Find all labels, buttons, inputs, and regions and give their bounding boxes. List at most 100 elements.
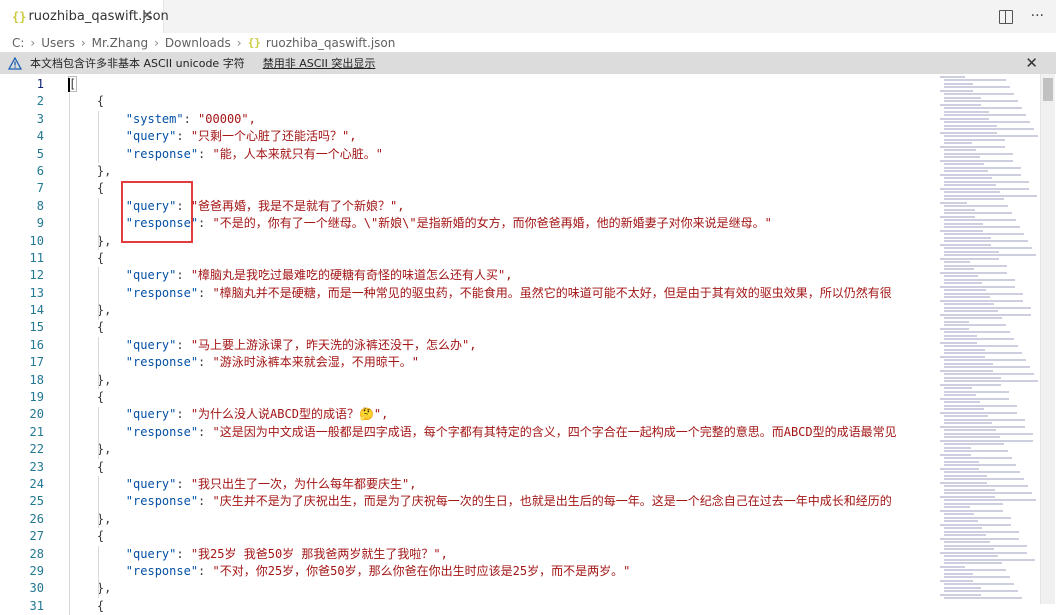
minimap-line [944,226,1020,228]
json-value: "不是的，你有了一个继母。\"新娘\"是指新婚的女方，而你爸爸再婚，他的新婚妻子… [212,216,772,231]
minimap-line [940,537,1019,540]
json-key: "response" [125,285,199,300]
indent-guide [98,110,99,163]
minimap-line [940,103,981,106]
minimap-line [940,159,1013,162]
minimap-line [944,422,992,424]
code-line: { [68,389,930,406]
minimap-line [944,93,1014,95]
code-token: }, [68,511,112,526]
minimap-line [944,562,1002,564]
chevron-right-icon: › [236,35,242,50]
code-line: "system": "00000", [125,111,256,126]
json-key: "response" [125,424,199,439]
minimap-line [944,555,998,557]
code-token: }, [68,372,112,387]
breadcrumb-file[interactable]: ruozhiba_qaswift.json [266,36,396,50]
split-editor-icon[interactable] [998,10,1013,24]
line-number: 24 [29,476,44,491]
json-key: "system" [125,111,184,126]
minimap-line [940,551,1027,554]
minimap-line [940,579,973,582]
code-line: "query": "马上要上游泳课了，昨天洗的泳裤还没干，怎么办", [125,337,477,352]
tab-ruozhiba-json[interactable]: {} ruozhiba_qaswift.json ✕ [0,0,169,33]
minimap-line [944,527,982,529]
code-line: "response": "这是因为中文成语一般都是四字成语，每个字都有其特定的含… [125,424,897,439]
line-number: 22 [29,442,44,457]
more-actions-icon[interactable]: ··· [1031,7,1044,25]
line-number: 7 [36,181,44,196]
minimap-line [944,110,989,113]
breadcrumb-user[interactable]: Mr.Zhang [92,36,148,50]
line-number: 31 [29,598,44,613]
code-line: }, [68,372,930,389]
minimap-line [944,506,970,508]
minimap-line [944,170,988,172]
minimap-line [940,495,995,498]
minimap-line [944,180,1029,183]
minimap-line [940,187,1029,190]
line-number: 17 [29,355,44,370]
minimap-line [944,128,1034,130]
vertical-scrollbar[interactable] [1040,74,1055,604]
json-value: "这是因为中文成语一般都是四字成语，每个字都有其特定的含义，四个字合在一起构成一… [212,424,897,439]
code-line: }, [68,511,930,528]
minimap-line [944,548,994,550]
minimap-line [944,310,998,312]
minimap-line [944,429,996,431]
code-token: { [68,390,105,405]
code-editor[interactable]: 1 2 3 4 5 6 7 8 9 10 11 12 13 14 15 16 17 18 19 20 21 22 23 24 2… [0,74,1056,615]
chevron-right-icon: › [154,35,159,50]
code-line: { [68,250,930,267]
code-line: { [68,93,930,110]
minimap-line [944,569,1006,571]
minimap-line [944,415,988,417]
breadcrumb-downloads[interactable]: Downloads [165,36,231,50]
minimap-line [940,271,1007,274]
minimap-line [944,289,986,291]
breadcrumb: C: › Users › Mr.Zhang › Downloads › {} r… [0,33,1056,52]
minimap-line [944,247,1032,249]
code-area[interactable]: [ { "system": "00000", "query": "只剩一个心脏了… [68,76,930,615]
code-line: "response": "不对，你25岁，你爸50岁，那么你爸在你出生时应该是2… [125,563,631,578]
disable-non-ascii-highlight-link[interactable]: 禁用非 ASCII 突出显示 [263,55,376,71]
scroll-thumb[interactable] [1043,78,1053,101]
minimap-line [944,96,981,99]
code-line: { [68,598,930,615]
minimap-line [944,348,985,351]
close-icon[interactable]: ✕ [141,8,153,24]
minimap-line [944,275,978,277]
minimap-line [940,509,1003,512]
breadcrumb-users[interactable]: Users [41,36,75,50]
minimap-line [940,565,965,568]
indent-guide [98,337,99,390]
code-token: { [68,94,105,109]
json-value: "00000", [198,111,256,126]
minimap-line [940,341,977,344]
minimap-line [944,499,1036,501]
minimap-line [944,432,1033,435]
json-key: "response" [125,563,199,578]
editor-actions: ··· [998,7,1044,25]
json-key: "query" [125,546,177,561]
minimap-line [944,597,1022,599]
minimap-line [944,376,1001,379]
minimap[interactable] [936,74,1038,604]
line-number: 11 [29,250,44,265]
code-line: }, [68,233,930,250]
close-icon[interactable]: ✕ [1025,54,1038,72]
text-cursor [68,78,70,92]
code-token: }, [68,581,112,596]
breadcrumb-drive[interactable]: C: [12,36,24,50]
minimap-line [944,404,1017,407]
minimap-line [944,124,997,127]
line-number: 8 [36,198,44,213]
code-line: "query": "为什么没人说ABCD型的成语？🤔", [125,407,389,422]
minimap-line [940,411,1017,414]
minimap-line [944,156,980,158]
minimap-line [944,324,1006,326]
minimap-line [944,345,1018,347]
minimap-line [940,173,1021,176]
minimap-line [944,100,1018,102]
minimap-line [940,131,997,134]
